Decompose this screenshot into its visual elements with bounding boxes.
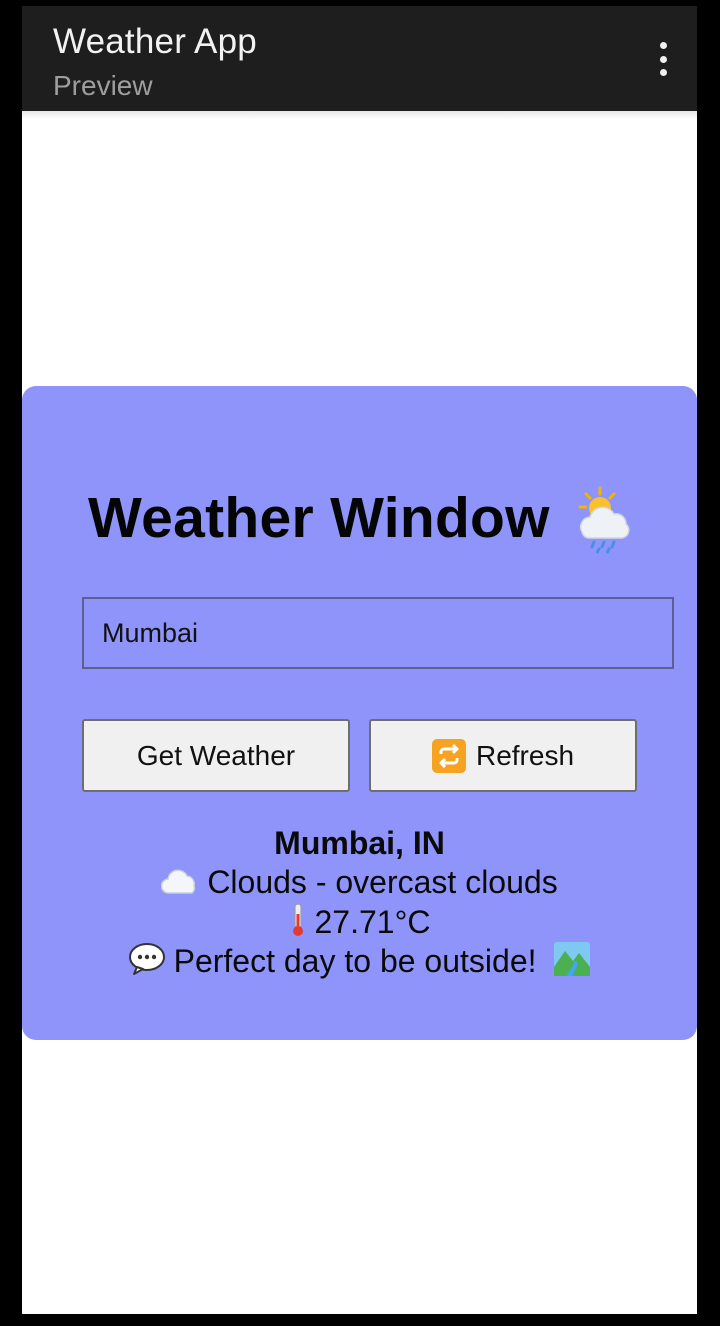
result-city: Mumbai, IN	[274, 825, 445, 861]
refresh-button[interactable]: Refresh	[369, 719, 637, 792]
city-input[interactable]	[82, 597, 674, 669]
app-bar: Weather App Preview	[22, 6, 697, 111]
app-title: Weather App	[53, 22, 257, 61]
more-vert-icon[interactable]	[651, 42, 675, 76]
cloud-icon	[161, 865, 199, 904]
weather-result: Mumbai, IN Clouds - overcast clouds 27.7…	[22, 824, 697, 980]
sun-behind-rain-cloud-icon	[572, 482, 632, 554]
get-weather-button[interactable]: Get Weather	[82, 719, 350, 792]
landscape-icon	[553, 941, 591, 986]
repeat-arrows-icon	[431, 738, 466, 773]
speech-bubble-icon	[128, 942, 166, 985]
menu-dot	[659, 69, 667, 76]
result-message-line: Perfect day to be outside!	[22, 941, 697, 980]
card-heading: Weather Window	[88, 482, 697, 554]
app-screen: Weather App Preview Weather Window Mumba…	[22, 6, 697, 1314]
card-title: Weather Window	[88, 486, 550, 550]
get-weather-label: Get Weather	[136, 739, 296, 771]
menu-dot	[659, 42, 667, 49]
result-temperature-line: 27.71°C	[22, 902, 697, 941]
app-subtitle: Preview	[53, 70, 153, 101]
result-message: Perfect day to be outside!	[173, 942, 537, 979]
result-temperature: 27.71°C	[314, 903, 431, 940]
refresh-label: Refresh	[475, 739, 575, 771]
app-bar-shadow	[22, 111, 697, 119]
menu-dot	[659, 55, 667, 63]
result-condition: Clouds - overcast clouds	[207, 864, 558, 900]
result-condition-line: Clouds - overcast clouds	[22, 863, 697, 902]
weather-card: Weather Window Mumbai Get Weather Refres…	[22, 386, 697, 1040]
